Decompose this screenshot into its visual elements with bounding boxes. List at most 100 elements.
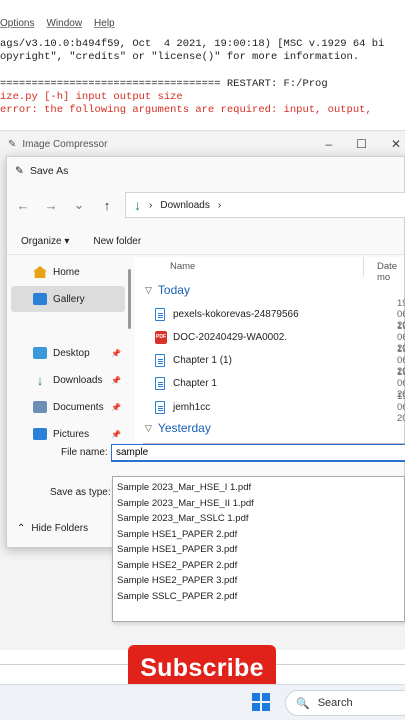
autocomplete-item[interactable]: Sample 2023_Mar_SSLC 1.pdf [113,511,404,527]
shell-line: opyright", "credits" or "license()" for … [0,51,360,63]
chevron-down-icon: ▽ [145,422,152,433]
download-icon: ↓ [36,372,44,388]
pin-icon: 📌 [111,375,121,385]
documents-icon [33,401,47,413]
breadcrumb-separator: › [149,199,153,211]
sidebar-item-pictures[interactable]: Pictures 📌 [11,421,125,447]
dialog-title-bar: ✎ Save As [7,157,404,185]
sidebar-scrollbar[interactable] [128,269,131,329]
list-item[interactable]: PDF DOC-20240429-WA0002. 19-06-20 [155,321,405,354]
pictures-icon [33,428,47,440]
taskbar: 🔍 Search [0,684,405,720]
autocomplete-item[interactable]: Sample 2023_Mar_HSE_I 1.pdf [113,480,404,496]
dialog-title: Save As [29,165,69,177]
windows-start-icon[interactable] [252,693,270,711]
hide-folders-button[interactable]: ⌃ Hide Folders [17,523,88,534]
group-label: Yesterday [157,421,211,435]
feather-icon: ✎ [15,165,24,177]
list-item[interactable]: pexels-kokorevas-24879566 19-06-20 [155,298,405,331]
pin-icon: 📌 [111,429,121,439]
parent-window-title: Image Compressor [22,138,108,150]
document-icon [155,400,165,414]
file-name: Chapter 1 [173,377,217,389]
dialog-toolbar: Organize ▾ New folder [7,229,404,255]
recent-locations-chevron-icon[interactable]: ⌄ [71,197,87,213]
group-label: Today [157,283,190,297]
close-button[interactable]: ✕ [391,137,401,151]
file-name-input[interactable]: sample [111,444,405,462]
document-icon [155,307,165,321]
column-headers: Name Date mo [135,257,404,283]
sidebar-item-documents[interactable]: Documents 📌 [11,394,125,420]
window-controls: – ☐ ✕ [321,131,405,157]
download-icon: ↓ [134,197,141,213]
column-divider[interactable] [363,257,364,277]
autocomplete-item[interactable]: Sample HSE2_PAPER 3.pdf [113,573,404,589]
sidebar-item-label: Desktop [53,347,90,359]
file-list: Name Date mo ▽ Today pexels-kokorevas-24… [135,257,405,445]
shell-line: =================================== REST… [0,78,328,90]
autocomplete-item[interactable]: Sample HSE2_PAPER 2.pdf [113,558,404,574]
file-name: DOC-20240429-WA0002. [173,331,288,343]
sidebar-item-home[interactable]: Home [11,259,125,285]
sidebar-item-label: Pictures [53,428,90,440]
autocomplete-item[interactable]: Sample 2023_Mar_HSE_II 1.pdf [113,496,404,512]
file-name: Chapter 1 (1) [173,354,232,366]
home-icon [33,266,47,278]
back-arrow-icon[interactable]: ← [15,198,31,213]
feather-icon: ✎ [8,138,17,150]
column-name[interactable]: Name [170,261,195,272]
column-date-modified[interactable]: Date mo [377,261,404,283]
forward-arrow-icon[interactable]: → [43,198,59,213]
autocomplete-item[interactable]: Sample HSE1_PAPER 2.pdf [113,527,404,543]
pin-icon: 📌 [111,348,121,358]
address-bar[interactable]: ↓ › Downloads › [125,192,405,218]
menu-help[interactable]: Help [94,18,115,34]
file-name-label: File name: [61,447,108,458]
navigation-bar: ← → ⌄ ↑ ↓ › Downloads › [7,189,405,221]
list-item[interactable]: Chapter 1 19-06-20 [155,367,405,400]
filename-autocomplete-list: Sample 2023_Mar_HSE_I 1.pdf Sample 2023_… [112,476,405,622]
minimize-button[interactable]: – [325,137,332,151]
organize-menu-button[interactable]: Organize ▾ [21,236,69,247]
sidebar-item-gallery[interactable]: Gallery [11,286,125,312]
up-arrow-icon[interactable]: ↑ [99,198,115,213]
hide-folders-label: Hide Folders [31,523,89,534]
sidebar-item-label: Home [53,266,80,278]
document-icon [155,353,165,367]
sidebar-item-label: Documents [53,401,104,413]
file-date: 19-06-20 [397,390,405,424]
taskbar-search[interactable]: 🔍 Search [285,690,405,716]
chevron-down-icon: ▽ [145,284,152,295]
sidebar-item-label: Gallery [53,293,85,305]
save-as-type-label: Save as type: [50,487,111,498]
sidebar-item-desktop[interactable]: Desktop 📌 [11,340,125,366]
navigation-pane: Home Gallery Desktop 📌 ↓ Downloads 📌 Doc… [7,257,131,445]
chevron-up-icon: ⌃ [17,523,26,534]
desktop-icon [33,347,47,359]
list-item[interactable]: jemh1cc 19-06-20 [155,391,405,424]
group-yesterday[interactable]: ▽ Yesterday [145,421,211,435]
idle-menu-bar: Options Window Help [0,18,115,34]
search-icon: 🔍 [296,697,310,710]
autocomplete-item[interactable]: Sample HSE1_PAPER 3.pdf [113,542,404,558]
sidebar-item-downloads[interactable]: ↓ Downloads 📌 [11,367,125,393]
shell-error-line: ize.py [-h] input output size [0,91,183,103]
document-icon [155,376,165,390]
shell-error-line: error: the following arguments are requi… [0,104,372,116]
maximize-button[interactable]: ☐ [356,137,367,151]
search-label: Search [317,697,353,709]
pin-icon: 📌 [111,402,121,412]
shell-line: ags/v3.10.0:b494f59, Oct 4 2021, 19:00:1… [0,38,385,50]
breadcrumb-downloads[interactable]: Downloads [160,200,209,211]
group-today[interactable]: ▽ Today [145,283,190,297]
file-name: jemh1cc [173,401,211,413]
autocomplete-item[interactable]: Sample SSLC_PAPER 2.pdf [113,589,404,605]
menu-window[interactable]: Window [46,18,82,34]
new-folder-button[interactable]: New folder [93,236,141,247]
list-item[interactable]: Chapter 1 (1) 19-06-20 [155,344,405,377]
pdf-icon: PDF [155,330,167,344]
file-name: pexels-kokorevas-24879566 [173,308,299,320]
menu-options[interactable]: Options [0,18,34,34]
breadcrumb-separator: › [217,199,222,211]
